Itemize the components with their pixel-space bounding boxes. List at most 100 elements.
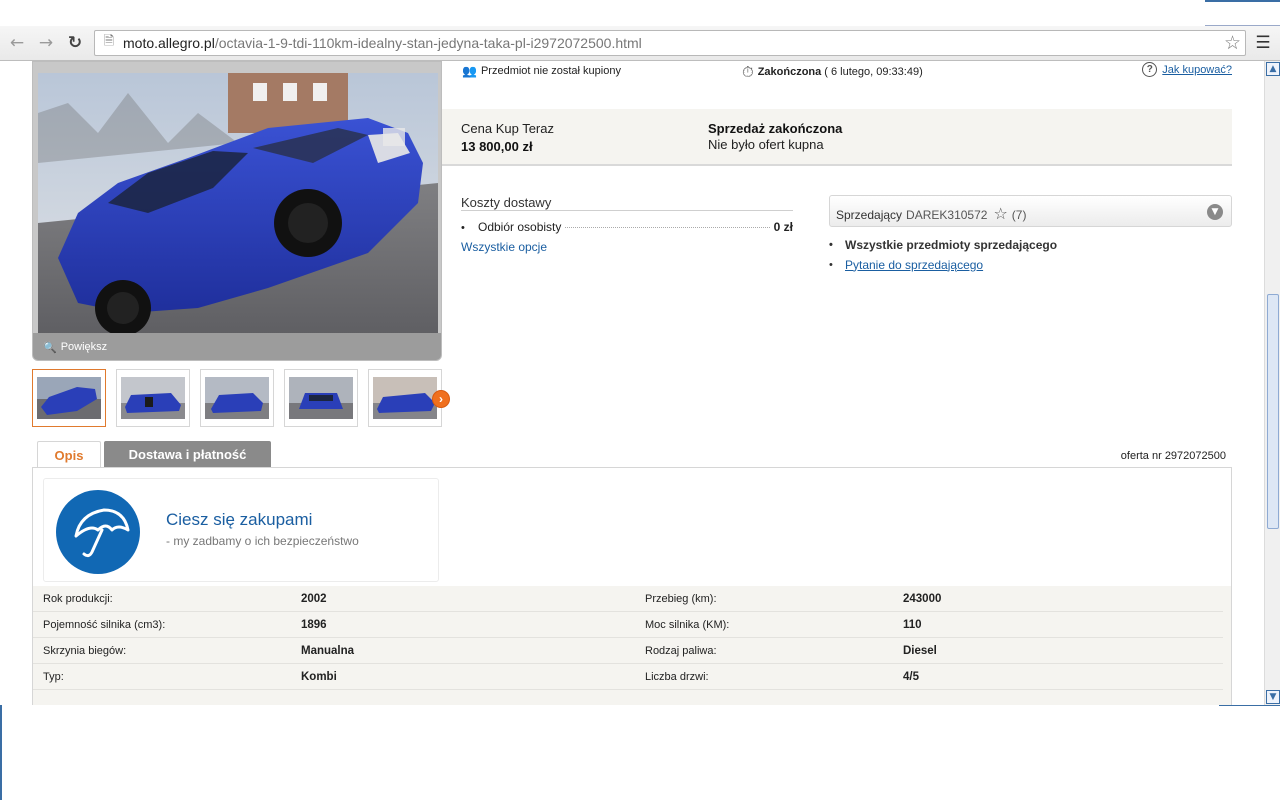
sale-ended-text: Sprzedaż zakończona bbox=[708, 121, 843, 136]
spec-label: Typ: bbox=[43, 671, 64, 683]
ended-label: Zakończona bbox=[757, 66, 822, 78]
spec-value: 2002 bbox=[301, 593, 327, 605]
spec-label: Rok produkcji: bbox=[43, 593, 113, 605]
description-panel: Ciesz się zakupami - my zadbamy o ich be… bbox=[32, 467, 1232, 705]
umbrella-icon bbox=[56, 490, 140, 574]
address-bar[interactable]: 🗎 moto.allegro.pl/octavia-1-9-tdi-110km-… bbox=[94, 30, 1246, 56]
specs-table: Rok produkcji: 2002 Przebieg (km): 24300… bbox=[33, 586, 1231, 705]
page-icon: 🗎 bbox=[103, 34, 115, 49]
thumbnail-image bbox=[121, 377, 185, 419]
spec-label: Skrzynia biegów: bbox=[43, 645, 127, 657]
not-bought-status: 👥 Przedmiot nie został kupiony bbox=[462, 64, 621, 78]
thumbnail-strip: › bbox=[32, 369, 452, 427]
menu-icon[interactable]: ☰ bbox=[1252, 32, 1274, 54]
promo-subtitle: - my zadbamy o ich bezpieczeństwo bbox=[166, 534, 359, 548]
spec-value: 243000 bbox=[903, 593, 942, 605]
thumbnail[interactable] bbox=[200, 369, 274, 427]
chevron-down-icon[interactable]: ▼ bbox=[1207, 204, 1223, 220]
help-icon: ? bbox=[1142, 62, 1158, 77]
seller-info: Sprzedający DAREK310572 ☆ (7) bbox=[836, 204, 1027, 224]
ended-status: ⏱ Zakończona ( 6 lutego, 09:33:49) bbox=[742, 63, 923, 81]
thumbnail-image bbox=[205, 377, 269, 419]
url-text[interactable]: moto.allegro.pl/octavia-1-9-tdi-110km-id… bbox=[123, 35, 642, 51]
users-icon: 👥 bbox=[462, 64, 477, 78]
back-icon[interactable]: ← bbox=[5, 32, 29, 54]
ask-seller-link[interactable]: • Pytanie do sprzedającego bbox=[829, 257, 1232, 272]
seller-rating[interactable]: (7) bbox=[1012, 208, 1027, 222]
delivery-option: • Odbiór osobisty 0 zł bbox=[461, 220, 793, 234]
thumbnail[interactable] bbox=[116, 369, 190, 427]
browser-toolbar: ← → ↻ 🗎 moto.allegro.pl/octavia-1-9-tdi-… bbox=[0, 26, 1280, 61]
thumbnail-image bbox=[37, 377, 101, 419]
window-edge bbox=[0, 705, 2, 800]
delivery-option-label: Odbiór osobisty bbox=[478, 220, 562, 234]
spec-label: Pojemność silnika (cm3): bbox=[43, 619, 166, 631]
main-photo[interactable]: 🔍 Powiększ bbox=[32, 61, 442, 361]
tab-description[interactable]: Opis bbox=[37, 441, 101, 469]
spec-value: Diesel bbox=[903, 645, 937, 657]
promo-headline: Ciesz się zakupami bbox=[166, 510, 313, 529]
thumbnail-image bbox=[289, 377, 353, 419]
status-row: 👥 Przedmiot nie został kupiony ⏱ Zakończ… bbox=[442, 61, 1232, 109]
page-viewport: 🔍 Powiększ › 👥 Przedmiot nie został kupi… bbox=[0, 61, 1264, 705]
how-to-buy-link[interactable]: ? Jak kupować? bbox=[1142, 62, 1232, 77]
window-edge bbox=[1219, 705, 1280, 706]
delivery-option-cost: 0 zł bbox=[773, 220, 793, 234]
stopwatch-icon: ⏱ bbox=[742, 63, 754, 81]
car-photo[interactable] bbox=[38, 73, 438, 339]
forward-icon[interactable]: → bbox=[34, 32, 58, 54]
spec-value: 4/5 bbox=[903, 671, 919, 683]
buy-now-label: Cena Kup Teraz bbox=[461, 121, 554, 136]
seller-all-items-text[interactable]: Wszystkie przedmioty sprzedającego bbox=[845, 238, 1057, 252]
ended-date: ( 6 lutego, 09:33:49) bbox=[824, 66, 923, 78]
spec-value: Manualna bbox=[301, 645, 355, 657]
bullet: • bbox=[461, 222, 465, 234]
safety-promo: Ciesz się zakupami - my zadbamy o ich be… bbox=[43, 478, 439, 582]
zoom-bar[interactable]: 🔍 Powiększ bbox=[33, 333, 441, 360]
thumbnail[interactable] bbox=[32, 369, 106, 427]
spec-label: Przebieg (km): bbox=[645, 593, 717, 605]
not-bought-text: Przedmiot nie został kupiony bbox=[480, 65, 621, 77]
magnifier-icon: 🔍 bbox=[43, 340, 57, 354]
spec-value: Kombi bbox=[301, 671, 337, 683]
thumbnail[interactable] bbox=[368, 369, 442, 427]
dotted-leader bbox=[565, 227, 770, 228]
seller-login[interactable]: DAREK310572 bbox=[906, 208, 987, 222]
reload-icon[interactable]: ↻ bbox=[63, 32, 87, 54]
thumbnail-next-icon[interactable]: › bbox=[432, 390, 450, 408]
buy-now-price: 13 800,00 zł bbox=[461, 139, 533, 154]
scrollbar-thumb[interactable] bbox=[1267, 294, 1279, 529]
thumbnail[interactable] bbox=[284, 369, 358, 427]
how-to-buy-text[interactable]: Jak kupować? bbox=[1162, 64, 1232, 76]
thumbnail-image bbox=[373, 377, 437, 419]
star-icon: ☆ bbox=[993, 204, 1008, 223]
scroll-up-icon[interactable]: ▲ bbox=[1266, 62, 1280, 76]
desktop-background bbox=[0, 705, 1280, 800]
no-offers-text: Nie było ofert kupna bbox=[708, 137, 824, 152]
table-row: Skrzynia biegów: Manualna Rodzaj paliwa:… bbox=[33, 638, 1223, 664]
car-photo-image bbox=[38, 73, 438, 339]
delivery-costs: Koszty dostawy • Odbiór osobisty 0 zł Ws… bbox=[461, 195, 793, 254]
ask-seller-text[interactable]: Pytanie do sprzedającego bbox=[845, 258, 983, 272]
price-box: Cena Kup Teraz 13 800,00 zł Sprzedaż zak… bbox=[442, 109, 1232, 166]
seller-box[interactable]: Sprzedający DAREK310572 ☆ (7) ▼ bbox=[829, 195, 1232, 227]
delivery-title: Koszty dostawy bbox=[461, 195, 793, 211]
all-options-link[interactable]: Wszystkie opcje bbox=[461, 240, 793, 254]
bullet: • bbox=[829, 258, 833, 271]
seller-all-items-link[interactable]: • Wszystkie przedmioty sprzedającego bbox=[829, 237, 1232, 252]
seller-label: Sprzedający bbox=[836, 207, 903, 222]
table-row: Pojemność silnika (cm3): 1896 Moc silnik… bbox=[33, 612, 1223, 638]
tab-strip bbox=[0, 0, 1280, 26]
spec-value: 1896 bbox=[301, 619, 327, 631]
spec-value: 110 bbox=[903, 619, 922, 631]
bullet: • bbox=[829, 238, 833, 251]
vertical-scrollbar[interactable]: ▲ ▼ bbox=[1264, 61, 1280, 705]
new-tab-area[interactable] bbox=[1205, 0, 1280, 26]
scroll-down-icon[interactable]: ▼ bbox=[1266, 690, 1280, 704]
offer-number: oferta nr 2972072500 bbox=[1120, 450, 1226, 462]
bookmark-star-icon[interactable]: ☆ bbox=[1224, 32, 1241, 54]
table-row: Rok produkcji: 2002 Przebieg (km): 24300… bbox=[33, 586, 1223, 612]
spec-label: Liczba drzwi: bbox=[645, 671, 709, 683]
tab-delivery-payment[interactable]: Dostawa i płatność bbox=[104, 441, 271, 468]
spec-label: Moc silnika (KM): bbox=[645, 619, 730, 631]
